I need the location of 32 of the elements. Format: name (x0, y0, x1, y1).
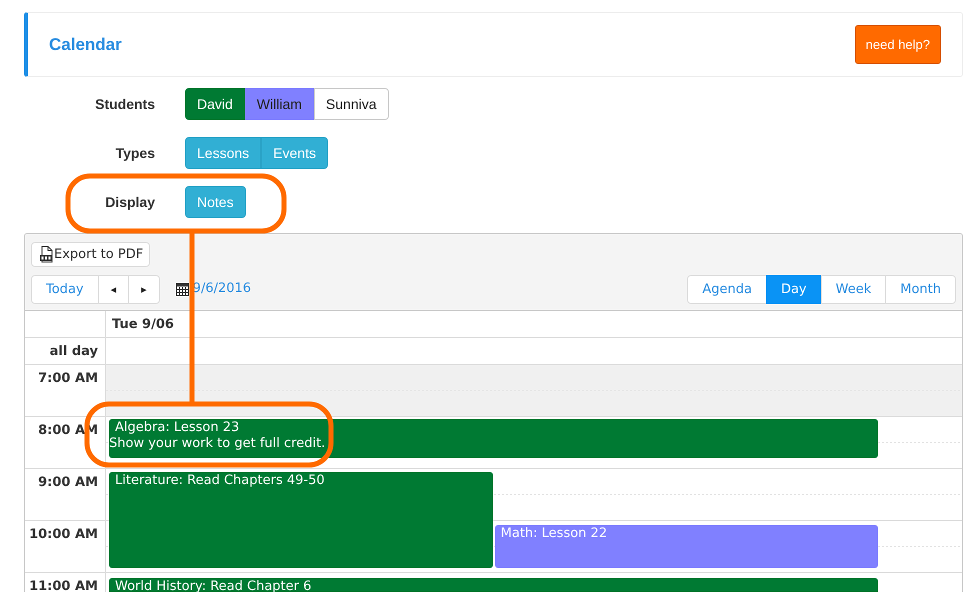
filter-toggle[interactable]: David (185, 88, 245, 120)
calendar-event[interactable]: Literature: Read Chapters 49-50 (109, 472, 493, 568)
calendar-event[interactable]: World History: Read Chapter 6 (109, 578, 878, 592)
calendar-icon (176, 282, 189, 296)
view-tab[interactable]: Day (766, 274, 822, 304)
view-tab[interactable]: Agenda (687, 274, 767, 304)
hour-label: 9:00 AM (38, 474, 98, 490)
filter-toggle[interactable]: Notes (185, 186, 246, 218)
hour-label: 7:00 AM (38, 370, 98, 386)
help-button[interactable]: need help? (854, 25, 941, 64)
all-day-label: all day (50, 344, 98, 358)
filter-toggle[interactable]: William (244, 88, 314, 120)
page-title: Calendar (49, 34, 122, 56)
previous-button[interactable]: ◂ (98, 274, 130, 304)
hour-label: 10:00 AM (29, 526, 98, 542)
calendar-event[interactable]: Math: Lesson 22 (494, 524, 878, 568)
view-tab[interactable]: Week (820, 274, 886, 304)
filter-label: Students (94, 94, 155, 114)
pdf-file-icon (39, 246, 54, 263)
today-button[interactable]: Today (31, 274, 99, 304)
next-button[interactable]: ▸ (128, 274, 160, 304)
day-column-header: Tue 9/06 (112, 316, 174, 332)
export-pdf-button[interactable]: Export to PDF (31, 242, 150, 267)
calendar-event[interactable]: Algebra: Lesson 23 Show your work to get full credit. (109, 418, 878, 458)
filter-label: Display (104, 192, 155, 212)
filter-label: Types (114, 144, 155, 163)
filter-toggle[interactable]: Lessons (185, 137, 262, 169)
filter-toggle[interactable]: Sunniva (314, 88, 388, 120)
hour-label: 11:00 AM (29, 578, 98, 592)
view-tab[interactable]: Month (885, 274, 956, 304)
filter-toggle[interactable]: Events (261, 137, 328, 169)
date-link[interactable]: 9/6/2016 (192, 279, 252, 299)
